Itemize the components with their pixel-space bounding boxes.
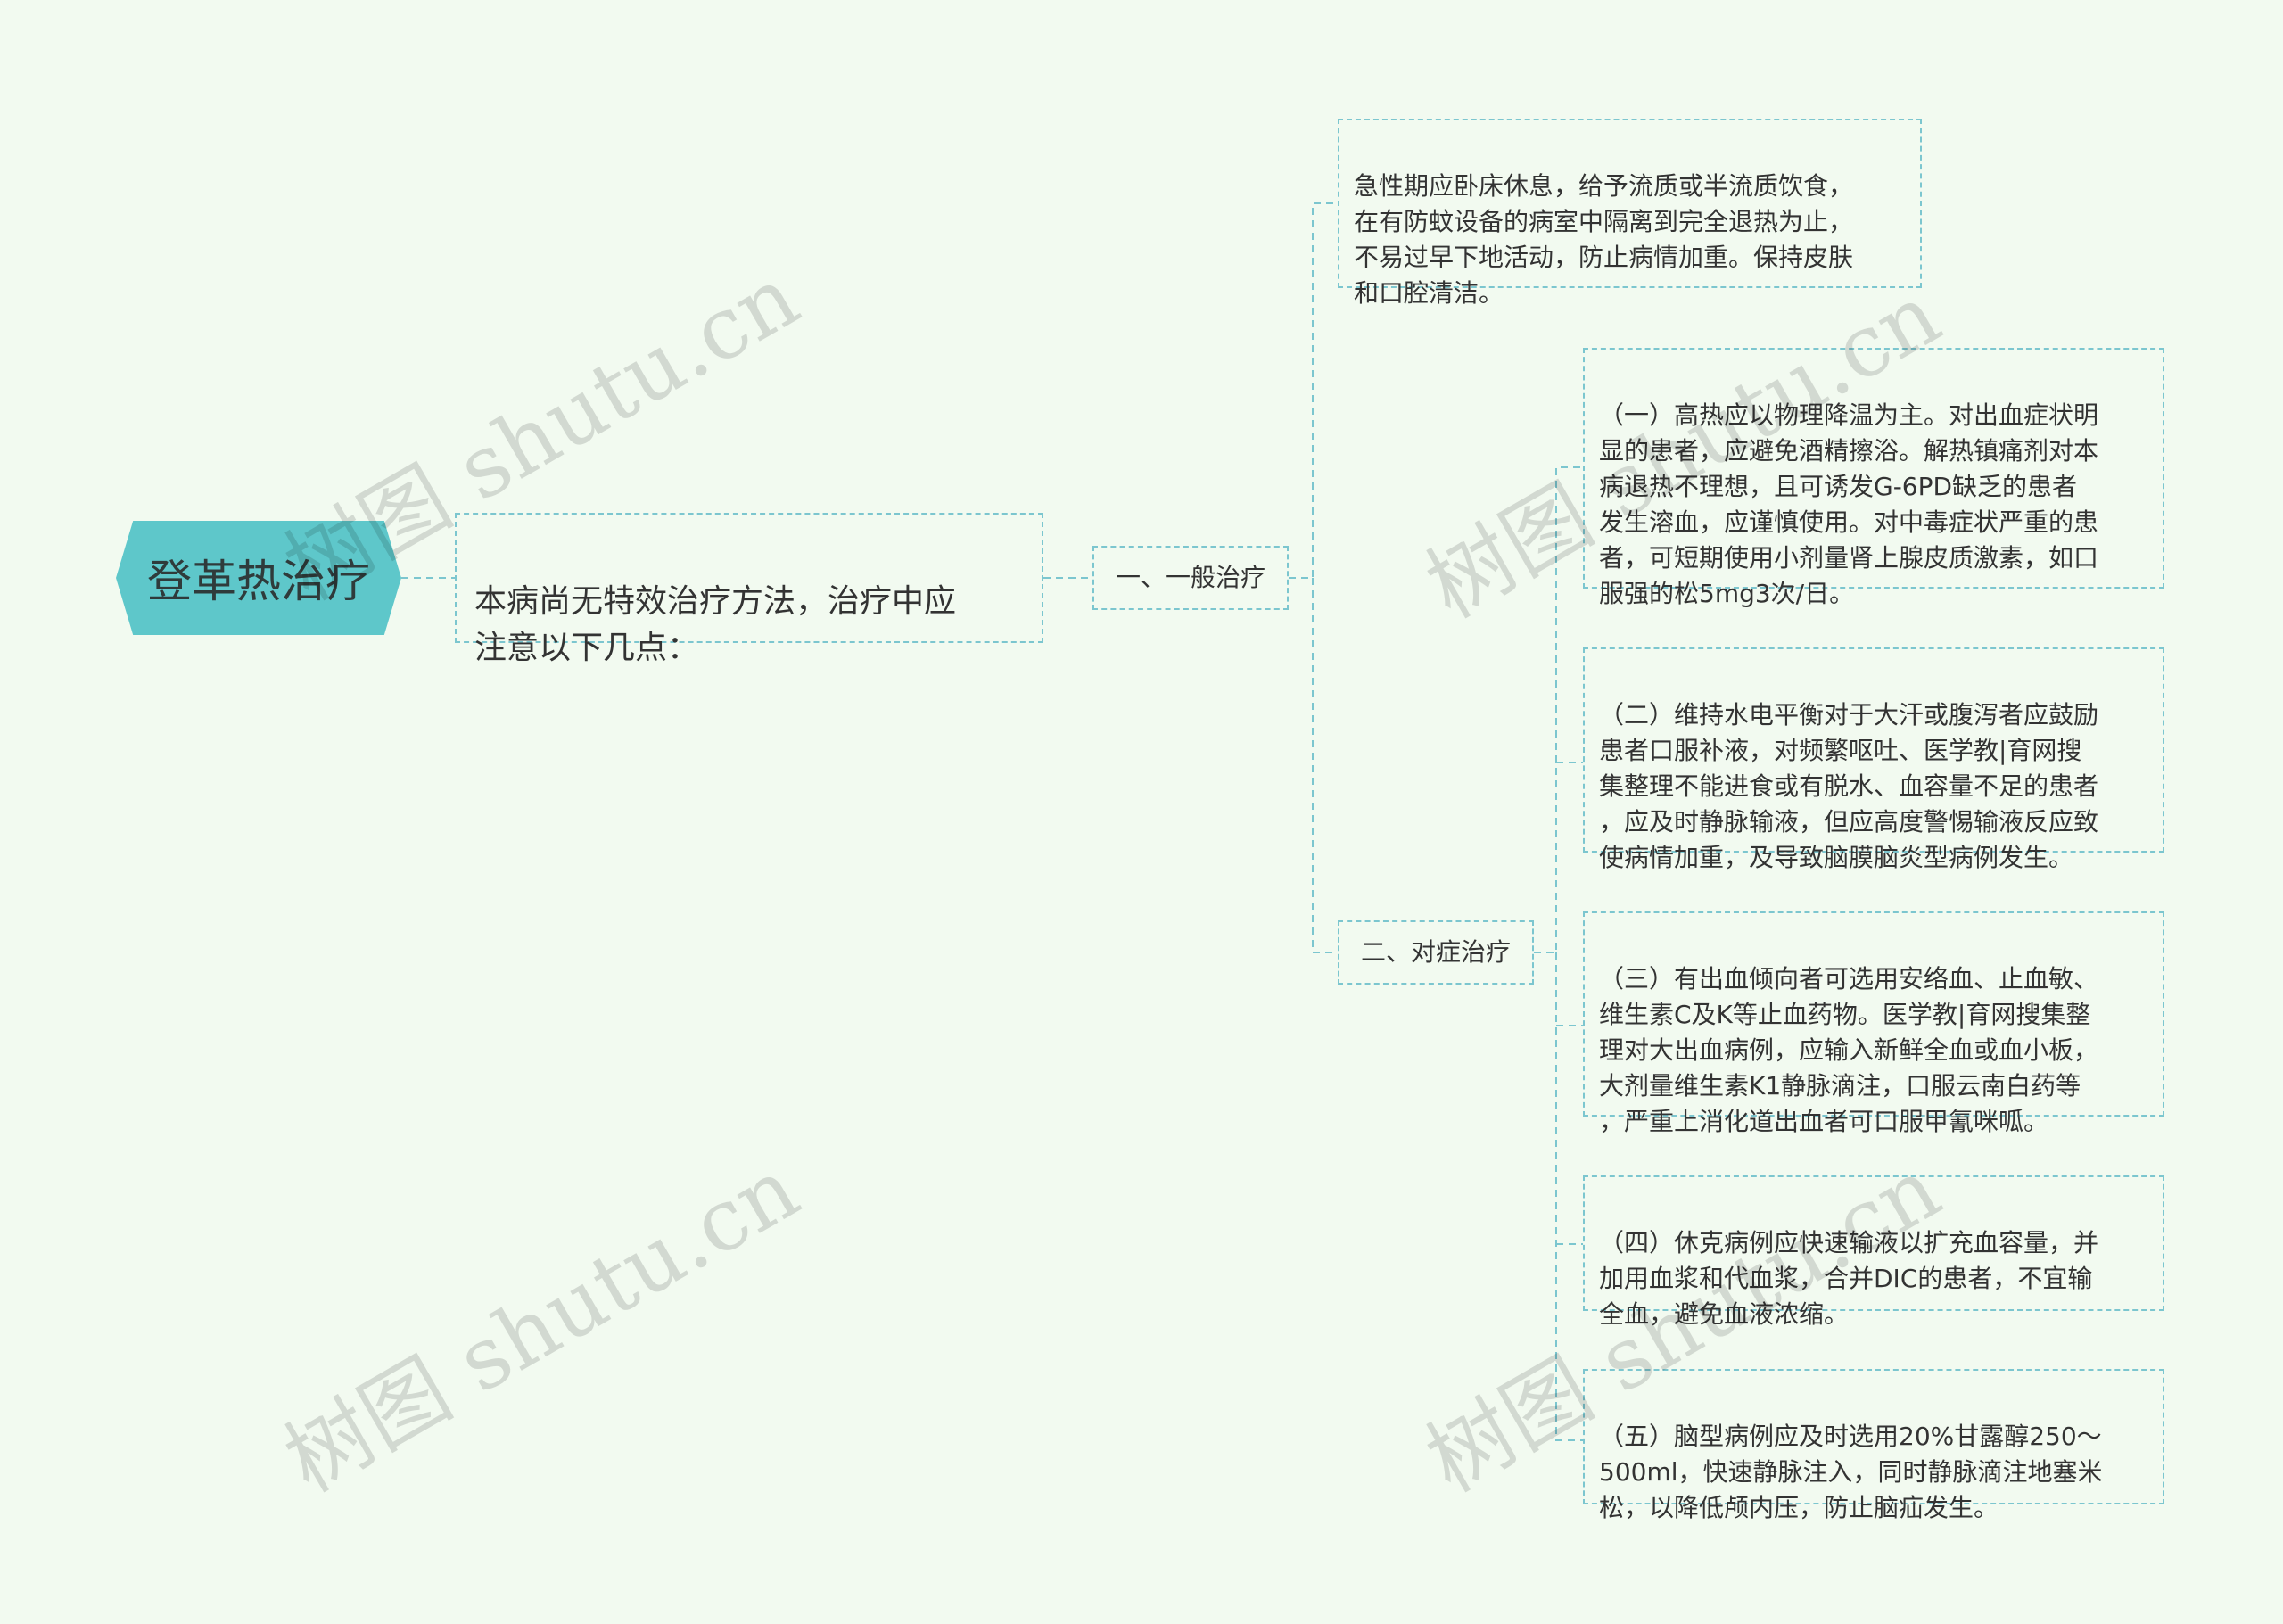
- symptomatic-item-1-text: （一）高热应以物理降温为主。对出血症状明 显的患者，应避免酒精擦浴。解热镇痛剂对…: [1599, 400, 2099, 608]
- symptomatic-item-5[interactable]: （五）脑型病例应及时选用20%甘露醇250～ 500ml，快速静脉注入，同时静脉…: [1583, 1369, 2164, 1522]
- intro-node[interactable]: 本病尚无特效治疗方法，治疗中应 注意以下几点：: [455, 513, 1043, 666]
- branch-general-treatment[interactable]: 一、一般治疗: [1092, 546, 1289, 610]
- branch-symptomatic-label: 二、对症治疗: [1360, 937, 1511, 967]
- general-detail-text: 急性期应卧床休息，给予流质或半流质饮食， 在有防蚊设备的病室中隔离到完全退热为止…: [1354, 171, 1854, 308]
- mindmap-canvas: 登革热治疗 本病尚无特效治疗方法，治疗中应 注意以下几点： 一、一般治疗 急性期…: [0, 0, 2283, 1624]
- branch-symptomatic-treatment[interactable]: 二、对症治疗: [1338, 920, 1534, 985]
- root-title: 登革热治疗: [147, 556, 370, 607]
- symptomatic-item-4[interactable]: （四）休克病例应快速输液以扩充血容量，并 加用血浆和代血浆，合并DIC的患者，不…: [1583, 1175, 2164, 1329]
- link-symptomatic-spine: [1534, 466, 1583, 1441]
- link-general-spine: [1289, 202, 1338, 953]
- symptomatic-item-1[interactable]: （一）高热应以物理降温为主。对出血症状明 显的患者，应避免酒精擦浴。解热镇痛剂对…: [1583, 348, 2164, 608]
- symptomatic-item-2[interactable]: （二）维持水电平衡对于大汗或腹泻者应鼓励 患者口服补液，对频繁呕吐、医学教|育网…: [1583, 647, 2164, 872]
- root-node-dengue-treatment[interactable]: 登革热治疗: [116, 521, 401, 635]
- symptomatic-item-3-text: （三）有出血倾向者可选用安络血、止血敏、 维生素C及K等止血药物。医学教|育网搜…: [1599, 964, 2099, 1136]
- general-treatment-detail[interactable]: 急性期应卧床休息，给予流质或半流质饮食， 在有防蚊设备的病室中隔离到完全退热为止…: [1338, 119, 1922, 308]
- symptomatic-item-2-text: （二）维持水电平衡对于大汗或腹泻者应鼓励 患者口服补液，对频繁呕吐、医学教|育网…: [1599, 700, 2099, 872]
- branch-general-label: 一、一般治疗: [1115, 563, 1265, 592]
- symptomatic-item-3[interactable]: （三）有出血倾向者可选用安络血、止血敏、 维生素C及K等止血药物。医学教|育网搜…: [1583, 911, 2164, 1136]
